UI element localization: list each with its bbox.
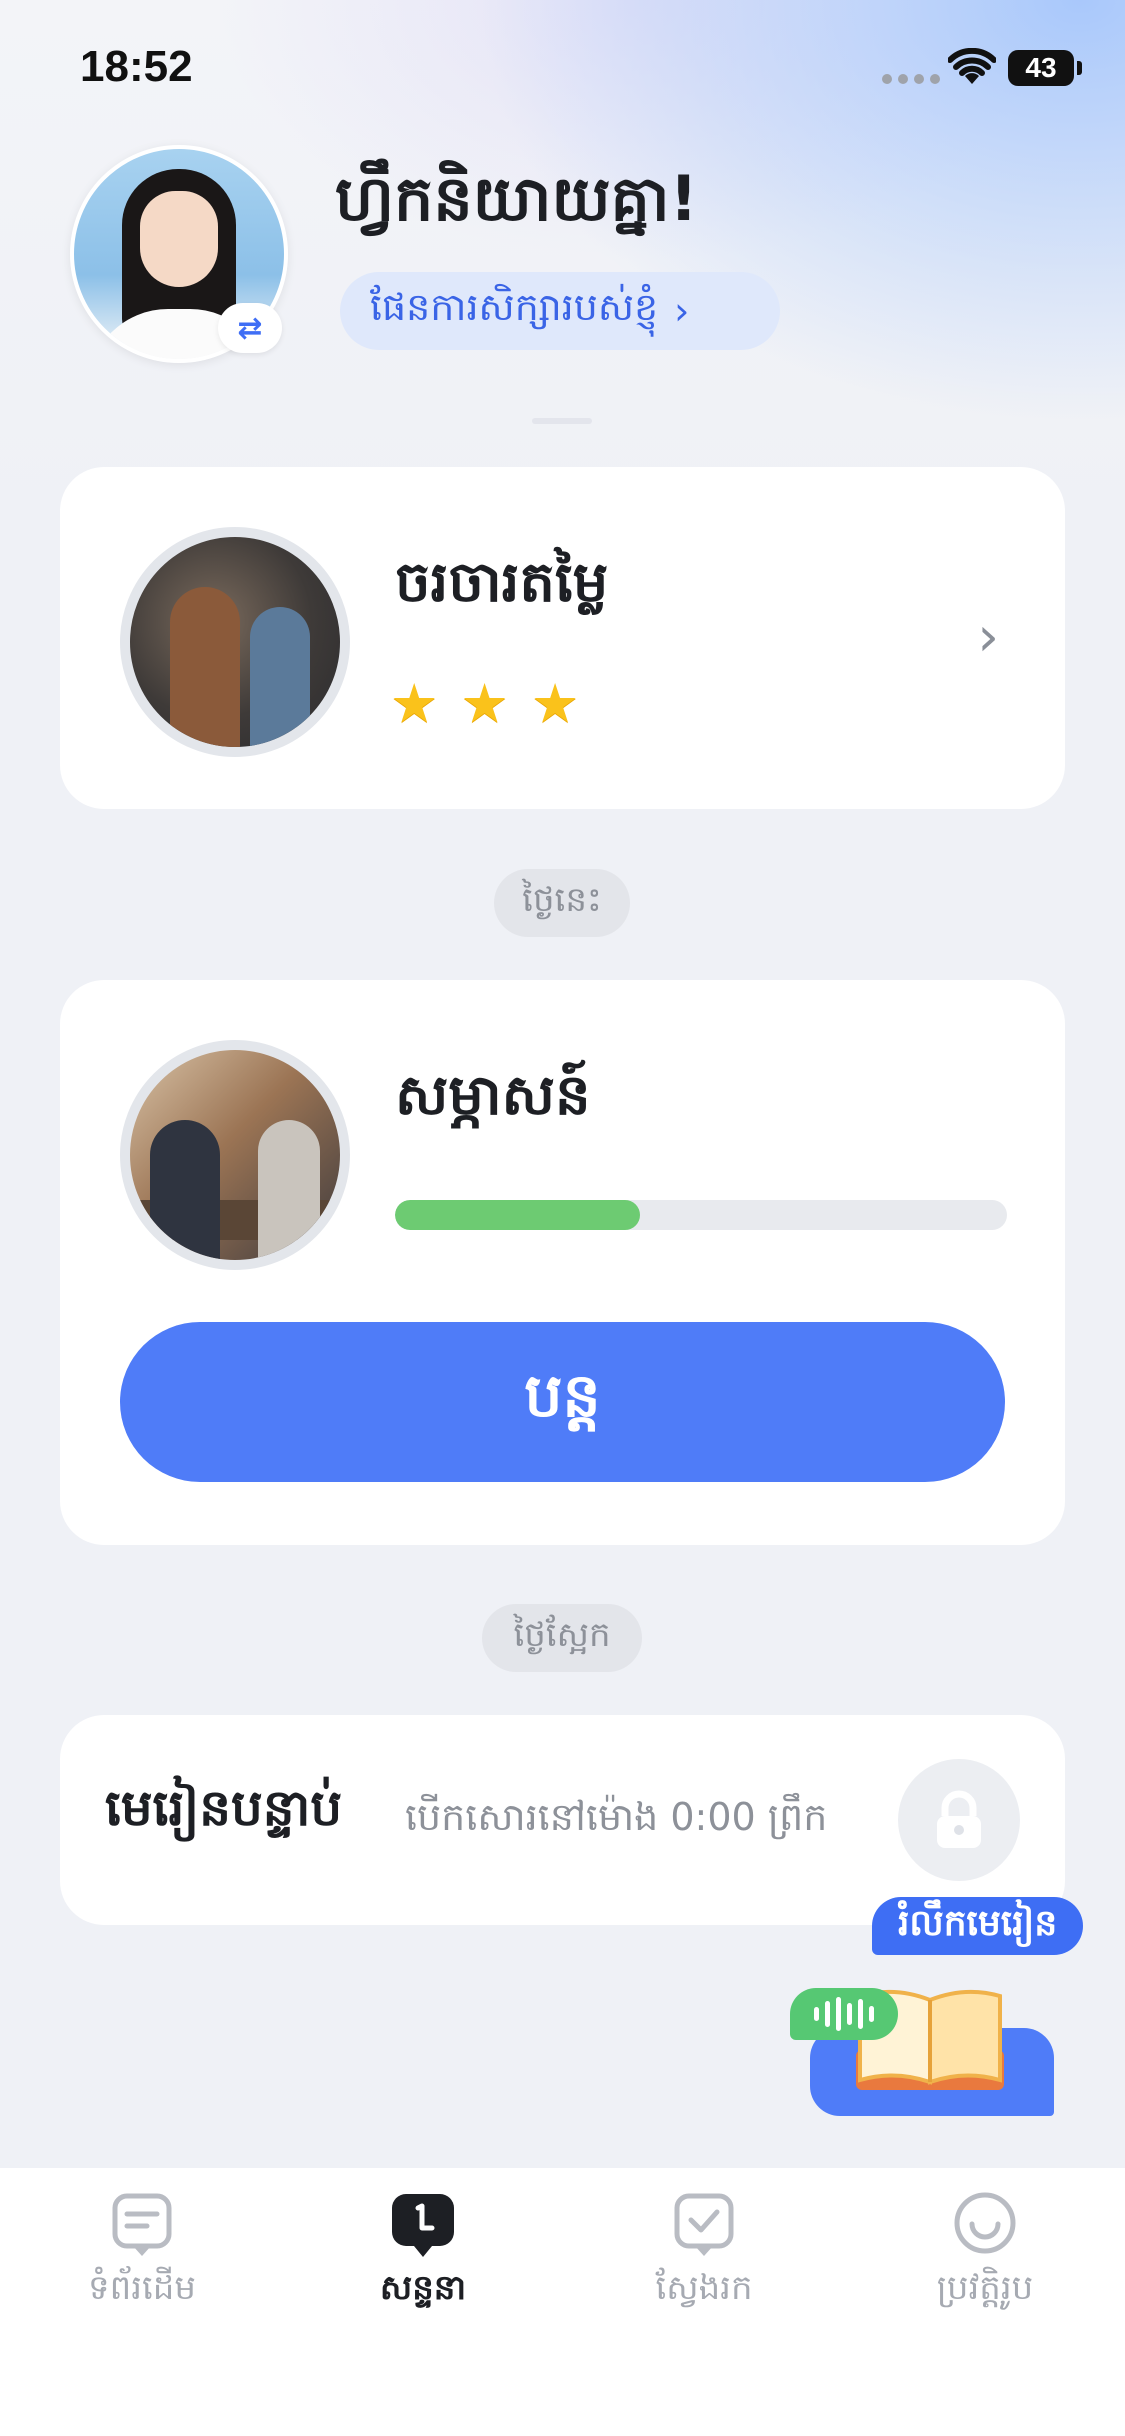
tab-home-label: ទំព័រដើម (88, 2268, 196, 2308)
lesson-scene-image (120, 527, 350, 757)
wifi-icon (948, 48, 996, 84)
chevron-right-icon[interactable]: › (977, 605, 999, 668)
battery-icon: 43 (1008, 50, 1074, 86)
tab-profile-label: ប្រវត្តិរូប (936, 2268, 1034, 2308)
chat-card-icon (112, 2193, 172, 2256)
battery-cap (1077, 61, 1082, 75)
cellular-signal-icon (882, 74, 940, 84)
star-icon: ★ (460, 672, 509, 735)
status-bar: 18:52 43 (0, 0, 1125, 130)
swap-character-icon[interactable]: ⇄ (218, 303, 282, 353)
page-title: ហ្វឹកនិយាយគ្នា! (335, 162, 698, 235)
tab-search[interactable]: ស្វែងរក (594, 2190, 814, 2316)
voice-wave-icon (790, 1988, 898, 2040)
bottom-tab-bar: ទំព័រដើម សន្ទនា ស្វែងរក ប្រវត្តិរូប (0, 2168, 1125, 2436)
unlock-time-note: បើកសោរនៅម៉ោង 0:00 ព្រឹក (405, 1795, 828, 1839)
chevron-right-icon: › (674, 289, 690, 333)
tab-search-label: ស្វែងរក (655, 2268, 753, 2308)
star-icon: ★ (530, 672, 580, 735)
progress-fill (395, 1200, 640, 1230)
check-card-icon (674, 2193, 734, 2256)
tab-home[interactable]: ទំព័រដើម (32, 2190, 252, 2316)
completed-lesson-card[interactable]: ចរចារតម្លៃ ★ ★ ★ › (60, 467, 1065, 809)
tab-conversation-label: សន្ទនា (379, 2268, 467, 2308)
divider (532, 418, 592, 424)
next-lesson-title: មេរៀនបន្ទាប់ (105, 1779, 343, 1837)
day-label-today: ថ្ងៃនេះ (494, 869, 630, 937)
smile-face-icon (954, 2192, 1016, 2254)
study-plan-label: ផែនការសិក្សារបស់ខ្ញុំ (370, 285, 659, 329)
lesson-title: សម្ភាសន៍ (395, 1063, 591, 1128)
continue-button[interactable]: បន្ត (120, 1322, 1005, 1482)
status-time: 18:52 (80, 42, 193, 91)
tab-conversation[interactable]: សន្ទនា (313, 2190, 533, 2316)
tab-profile[interactable]: ប្រវត្តិរូប (875, 2190, 1095, 2316)
next-lesson-card: មេរៀនបន្ទាប់ បើកសោរនៅម៉ោង 0:00 ព្រឹក (60, 1715, 1065, 1925)
lesson-progress-bar (395, 1200, 1007, 1230)
lesson-scene-image (120, 1040, 350, 1270)
conversation-icon (392, 2194, 454, 2257)
avatar-button[interactable]: ⇄ (70, 145, 288, 363)
star-icon: ★ (390, 672, 439, 735)
review-book-button[interactable] (790, 1978, 1060, 2118)
lesson-title: ចរចារតម្លៃ (395, 550, 609, 615)
study-plan-link[interactable]: ផែនការសិក្សារបស់ខ្ញុំ › (340, 272, 780, 350)
today-lesson-card: សម្ភាសន៍ បន្ត (60, 980, 1065, 1545)
lock-icon (898, 1759, 1020, 1881)
review-lessons-bubble[interactable]: រំលឹកមេរៀន (872, 1897, 1084, 1955)
lesson-rating: ★ ★ ★ (390, 677, 579, 731)
day-label-tomorrow: ថ្ងៃស្អែក (482, 1604, 642, 1672)
